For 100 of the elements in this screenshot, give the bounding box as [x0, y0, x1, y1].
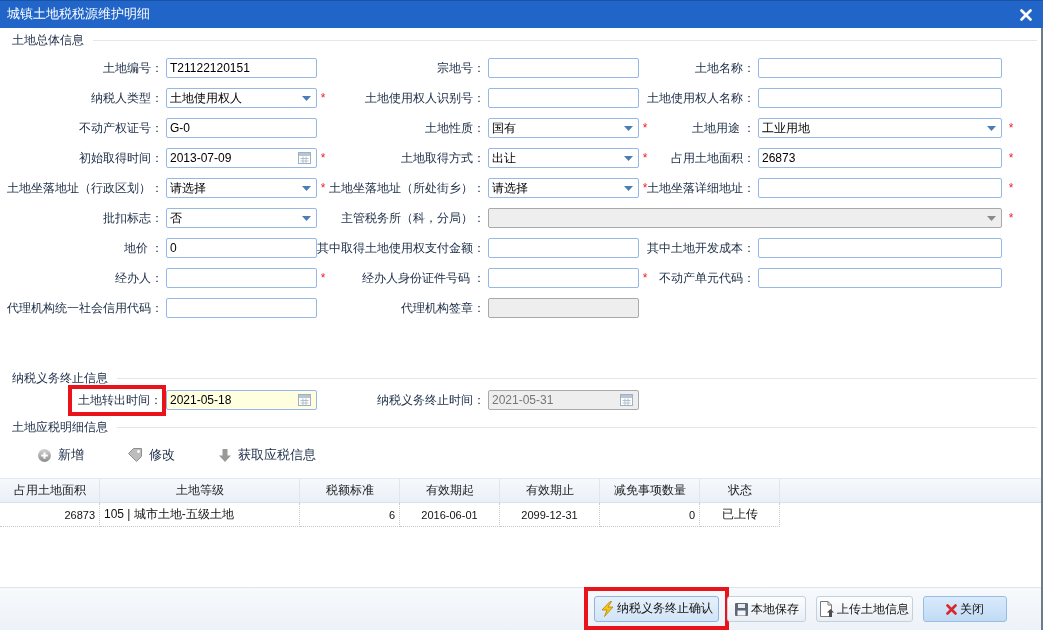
caret-down-icon [624, 185, 633, 191]
dropdown-field[interactable]: 国有 [488, 118, 639, 138]
section-title: 土地应税明细信息 [12, 420, 108, 434]
field-label: 不动产单元代码： [659, 271, 755, 285]
caret-down-icon [624, 125, 633, 131]
text-field[interactable] [488, 238, 639, 258]
field-label: 其中土地开发成本： [647, 241, 755, 255]
dropdown-field[interactable]: 否 [166, 208, 317, 228]
footer-button[interactable]: 纳税义务终止确认 [594, 595, 719, 622]
calendar-icon [620, 394, 633, 406]
field-label: 土地坐落地址（行政区划）： [7, 181, 163, 195]
field-label: 主管税务所（科，分局）： [341, 211, 485, 225]
column-header[interactable]: 有效期起 [400, 479, 500, 502]
text-field[interactable] [758, 238, 1002, 258]
required-asterisk: * [320, 272, 326, 284]
field-label: 宗地号： [437, 61, 485, 75]
field-label: 土地转出时间： [78, 392, 162, 407]
table-cell: 已上传 [700, 503, 780, 527]
field-label: 土地取得方式： [401, 151, 485, 165]
column-header[interactable]: 占用土地面积 [0, 479, 100, 502]
required-asterisk: * [320, 182, 326, 194]
field-label: 不动产权证号： [79, 121, 163, 135]
column-header[interactable]: 有效期止 [500, 479, 600, 502]
text-field[interactable]: T21122120151 [166, 58, 317, 78]
required-asterisk: * [642, 152, 648, 164]
required-asterisk: * [1008, 182, 1014, 194]
toolbar-button[interactable]: 新增 [38, 446, 84, 464]
field-label: 纳税人类型： [91, 91, 163, 105]
required-asterisk: * [642, 122, 648, 134]
calendar-icon [298, 152, 311, 164]
column-header[interactable]: 减免事项数量 [600, 479, 700, 502]
field-label: 地价 ： [123, 241, 163, 255]
close-icon [946, 603, 957, 615]
text-field[interactable] [488, 58, 639, 78]
caret-down-icon [302, 95, 311, 101]
dropdown-field[interactable]: 工业用地 [758, 118, 1002, 138]
required-asterisk: * [1008, 122, 1014, 134]
tag-icon [128, 448, 142, 462]
text-field[interactable]: 26873 [758, 148, 1002, 168]
close-icon [1020, 8, 1032, 21]
table-cell: 6 [300, 503, 400, 527]
field-label: 经办人： [115, 271, 163, 285]
field-label: 占用土地面积： [671, 151, 755, 165]
window-title: 城镇土地税税源维护明细 [7, 6, 150, 23]
field-label: 经办人身份证件号码 ： [361, 271, 485, 285]
required-asterisk: * [320, 152, 326, 164]
date-field[interactable]: 2013-07-09 [166, 148, 317, 168]
column-header[interactable]: 税额标准 [300, 479, 400, 502]
section-title: 土地总体信息 [12, 33, 84, 47]
column-header[interactable]: 土地等级 [100, 479, 300, 502]
text-field[interactable] [166, 298, 317, 318]
text-field[interactable] [758, 58, 1002, 78]
text-field[interactable] [758, 88, 1002, 108]
table-cell: 0 [600, 503, 700, 527]
table-cell: 105 | 城市土地-五级土地 [100, 503, 300, 527]
text-field[interactable]: 0 [166, 238, 317, 258]
text-field[interactable]: G-0 [166, 118, 317, 138]
field-label: 土地编号： [103, 61, 163, 75]
text-field[interactable] [758, 268, 1002, 288]
dropdown-field[interactable]: 出让 [488, 148, 639, 168]
required-asterisk: * [1008, 212, 1014, 224]
date-field[interactable]: 2021-05-18 [166, 390, 317, 410]
required-asterisk: * [642, 272, 648, 284]
caret-down-icon [624, 155, 633, 161]
dropdown-field[interactable]: 请选择 [166, 178, 317, 198]
text-field[interactable] [166, 268, 317, 288]
toolbar-button[interactable]: 获取应税信息 [219, 446, 316, 464]
table-cell: 2099-12-31 [500, 503, 600, 527]
plus-circle-icon [38, 448, 51, 462]
field-label: 纳税义务终止时间： [377, 393, 485, 407]
field-label: 土地性质： [425, 121, 485, 135]
field-label: 土地用途 ： [691, 121, 755, 135]
field-label: 批扣标志： [103, 211, 163, 225]
footer-button[interactable]: 本地保存 [727, 596, 806, 622]
field-label: 土地使用权人识别号： [365, 91, 485, 105]
down-arrow-icon [219, 448, 231, 462]
text-field[interactable] [758, 178, 1002, 198]
table-cell: 26873 [0, 503, 100, 527]
field-label: 土地坐落详细地址： [647, 181, 755, 195]
close-button[interactable] [1020, 8, 1032, 21]
field-label: 土地坐落地址（所处街乡）： [329, 181, 485, 195]
footer-button[interactable]: 上传土地信息 [816, 596, 913, 622]
field-label: 土地名称： [695, 61, 755, 75]
document-arrow-icon [820, 601, 834, 617]
dropdown-field[interactable]: 请选择 [488, 178, 639, 198]
caret-down-icon [302, 185, 311, 191]
field-label: 初始取得时间： [79, 151, 163, 165]
text-field[interactable] [488, 88, 639, 108]
required-asterisk: * [1008, 152, 1014, 164]
field-label: 土地使用权人名称： [647, 91, 755, 105]
lightning-icon [600, 600, 614, 617]
toolbar-button[interactable]: 修改 [128, 446, 175, 464]
column-header[interactable]: 状态 [700, 479, 780, 502]
required-asterisk: * [320, 92, 326, 104]
required-asterisk: * [642, 182, 648, 194]
dropdown-field[interactable]: 土地使用权人 [166, 88, 317, 108]
footer-button[interactable]: 关闭 [923, 596, 1007, 622]
text-field[interactable] [488, 268, 639, 288]
caret-down-icon [987, 215, 996, 221]
table-cell: 2016-06-01 [400, 503, 500, 527]
